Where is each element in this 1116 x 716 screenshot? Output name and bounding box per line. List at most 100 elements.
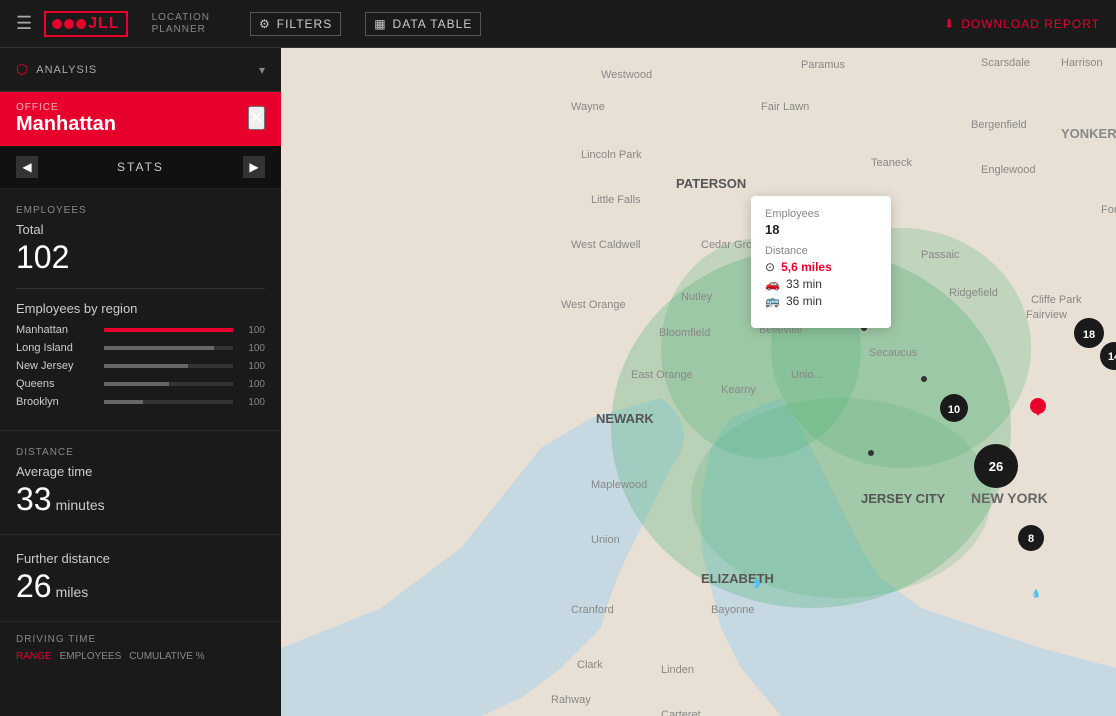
svg-text:Unio...: Unio... <box>791 369 823 381</box>
total-value: 102 <box>16 239 265 276</box>
region-row: Manhattan 100 <box>16 324 265 336</box>
sidebar-analysis-header[interactable]: ⬡ ANALYSIS ▾ <box>0 48 281 92</box>
office-header: OFFICE Manhattan ✕ <box>0 92 281 146</box>
svg-text:Bloomfield: Bloomfield <box>659 327 710 339</box>
svg-text:NEW YORK: NEW YORK <box>971 490 1048 506</box>
tooltip-car-time: 33 min <box>786 277 822 291</box>
region-value: 100 <box>241 343 265 354</box>
svg-text:Teaneck: Teaneck <box>871 157 912 169</box>
region-bar <box>104 400 143 404</box>
data-table-button[interactable]: ▦ DATA TABLE <box>365 12 481 36</box>
svg-text:JERSEY CITY: JERSEY CITY <box>861 491 946 506</box>
svg-text:Clark: Clark <box>577 659 603 671</box>
office-info: OFFICE Manhattan <box>16 102 116 136</box>
region-name: New Jersey <box>16 360 96 372</box>
svg-text:Cranford: Cranford <box>571 604 614 616</box>
svg-text:Linden: Linden <box>661 664 694 676</box>
svg-text:Fort Lee: Fort Lee <box>1101 204 1116 216</box>
region-value: 100 <box>241 397 265 408</box>
office-label: OFFICE <box>16 102 116 113</box>
region-bar-container <box>104 328 233 332</box>
jll-circle-2 <box>64 19 74 29</box>
svg-text:Nutley: Nutley <box>681 291 713 303</box>
tooltip-employees-value: 18 <box>765 222 877 237</box>
map-container[interactable]: Westwood Paramus Scarsdale Harrison Mama… <box>281 48 1116 716</box>
region-name: Long Island <box>16 342 96 354</box>
further-distance-value: 26 <box>16 568 52 605</box>
svg-text:Wayne: Wayne <box>571 101 605 113</box>
stats-prev-button[interactable]: ◀ <box>16 156 38 178</box>
region-name: Manhattan <box>16 324 96 336</box>
svg-text:West Orange: West Orange <box>561 299 626 311</box>
further-distance-label: Further distance <box>16 551 265 566</box>
svg-text:Maplewood: Maplewood <box>591 479 647 491</box>
svg-text:10: 10 <box>948 404 960 416</box>
svg-text:ELIZABETH: ELIZABETH <box>701 571 774 586</box>
tooltip-bus-row: 🚌 36 min <box>765 294 877 308</box>
sidebar: ⬡ ANALYSIS ▾ OFFICE Manhattan ✕ ◀ STATS … <box>0 48 281 716</box>
svg-text:YONKERS: YONKERS <box>1061 126 1116 141</box>
tooltip-car-row: 🚗 33 min <box>765 277 877 291</box>
close-button[interactable]: ✕ <box>248 106 265 130</box>
svg-text:Carteret: Carteret <box>661 709 701 716</box>
analysis-icon: ⬡ <box>16 61 28 78</box>
topbar: ☰ JLL LOCATION PLANNER ⚙ FILTERS ▦ DATA … <box>0 0 1116 48</box>
map-tooltip: Employees 18 Distance ⊙ 5,6 miles 🚗 33 m… <box>751 196 891 328</box>
svg-text:East Orange: East Orange <box>631 369 693 381</box>
jll-text: JLL <box>88 15 119 33</box>
jll-logo-circles <box>52 19 86 29</box>
svg-text:Paramus: Paramus <box>801 59 846 71</box>
car-icon: 🚗 <box>765 277 780 291</box>
region-bar-container <box>104 400 233 404</box>
svg-text:Westwood: Westwood <box>601 69 652 81</box>
svg-text:18: 18 <box>1083 329 1095 341</box>
location-planner: LOCATION PLANNER <box>152 12 210 36</box>
region-row: Queens 100 <box>16 378 265 390</box>
svg-text:Union: Union <box>591 534 620 546</box>
region-bar-container <box>104 346 233 350</box>
jll-circle-1 <box>52 19 62 29</box>
radio-icon: ⊙ <box>765 260 775 274</box>
filters-icon: ⚙ <box>259 17 271 31</box>
stats-nav: ◀ STATS ▶ <box>0 146 281 189</box>
stats-label: STATS <box>117 160 164 174</box>
svg-text:Fair Lawn: Fair Lawn <box>761 101 809 113</box>
svg-text:Rahway: Rahway <box>551 694 591 706</box>
analysis-label: ANALYSIS <box>36 64 259 76</box>
svg-text:Passaic: Passaic <box>921 249 960 261</box>
topbar-left: ☰ JLL LOCATION PLANNER <box>16 11 210 37</box>
stats-next-button[interactable]: ▶ <box>243 156 265 178</box>
avg-time-value: 33 <box>16 481 52 518</box>
jll-circle-3 <box>76 19 86 29</box>
driving-cols: RangeEmployeesCumulative % <box>16 651 265 662</box>
region-bar <box>104 364 188 368</box>
chevron-down-icon[interactable]: ▾ <box>259 63 265 77</box>
tooltip-distance-label: Distance <box>765 245 877 257</box>
svg-text:14: 14 <box>1108 351 1116 363</box>
region-name: Brooklyn <box>16 396 96 408</box>
region-value: 100 <box>241 361 265 372</box>
tooltip-employees: Employees 18 <box>765 208 877 237</box>
distance-label: DISTANCE <box>16 447 265 458</box>
driving-time-section: Driving time RangeEmployeesCumulative % <box>0 622 281 662</box>
total-label: Total <box>16 222 265 237</box>
svg-text:Little Falls: Little Falls <box>591 194 641 206</box>
tooltip-bus-time: 36 min <box>786 294 822 308</box>
svg-text:Ridgefield: Ridgefield <box>949 287 998 299</box>
svg-text:Fairview: Fairview <box>1026 309 1067 321</box>
filters-button[interactable]: ⚙ FILTERS <box>250 12 341 36</box>
region-bar <box>104 346 214 350</box>
hamburger-icon[interactable]: ☰ <box>16 13 32 34</box>
driving-col-label: Range <box>16 651 52 662</box>
region-bar-container <box>104 382 233 386</box>
driving-col-label: Employees <box>60 651 122 662</box>
svg-text:Harrison: Harrison <box>1061 57 1103 69</box>
svg-text:Secaucus: Secaucus <box>869 347 918 359</box>
svg-text:Englewood: Englewood <box>981 164 1035 176</box>
download-report-button[interactable]: ⬇ DOWNLOAD REPORT <box>944 17 1100 31</box>
tooltip-miles-row: ⊙ 5,6 miles <box>765 260 877 274</box>
svg-text:Bergenfield: Bergenfield <box>971 119 1027 131</box>
tooltip-employees-label: Employees <box>765 208 877 220</box>
svg-text:PATERSON: PATERSON <box>676 176 746 191</box>
distance-section: DISTANCE Average time 33 minutes <box>0 431 281 535</box>
